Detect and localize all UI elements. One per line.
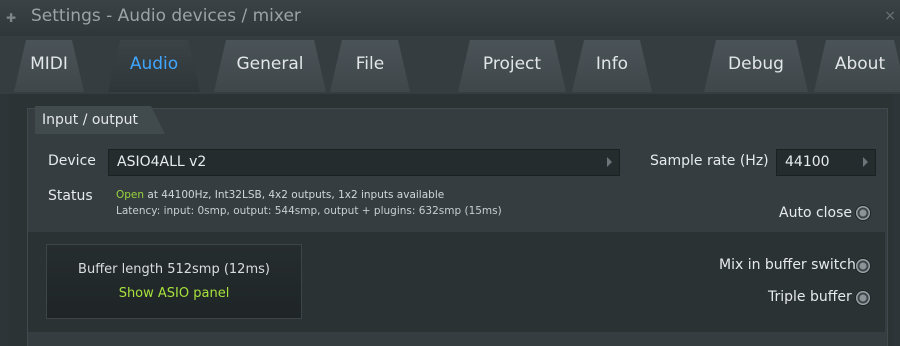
tab-about[interactable]: About — [814, 40, 900, 92]
tab-midi[interactable]: MIDI — [14, 40, 84, 92]
status-line-1: Open at 44100Hz, Int32LSB, 4x2 outputs, … — [116, 189, 444, 201]
drag-handle-icon: ✚ — [6, 11, 17, 25]
status-line-2: Latency: input: 0smp, output: 544smp, ou… — [116, 205, 502, 217]
tab-general[interactable]: General — [214, 40, 326, 92]
tab-file[interactable]: File — [330, 40, 410, 92]
close-icon[interactable]: × — [884, 8, 896, 24]
device-value: ASIO4ALL v2 — [117, 154, 207, 170]
status-label: Status — [48, 188, 93, 204]
tab-midi-label: MIDI — [30, 54, 68, 74]
auto-close-radio[interactable] — [856, 206, 870, 220]
tab-audio-label: Audio — [129, 54, 179, 74]
tab-info-label: Info — [595, 54, 629, 74]
tab-debug-label: Debug — [728, 54, 784, 74]
chevron-right-icon — [863, 157, 868, 167]
tab-general-label: General — [236, 54, 304, 74]
device-select[interactable]: ASIO4ALL v2 — [108, 149, 620, 176]
triple-buffer-label: Triple buffer — [768, 289, 852, 305]
device-label: Device — [48, 153, 96, 169]
title-bar[interactable]: ✚ Settings - Audio devices / mixer × — [0, 0, 900, 36]
buffer-length-button[interactable]: Buffer length 512smp (12ms) Show ASIO pa… — [46, 244, 302, 319]
auto-close-label: Auto close — [779, 205, 853, 221]
show-asio-panel-link[interactable]: Show ASIO panel — [47, 286, 301, 301]
window-title: Settings - Audio devices / mixer — [31, 6, 301, 26]
sample-rate-value: 44100 — [785, 154, 830, 170]
sample-rate-label: Sample rate (Hz) — [650, 153, 769, 169]
sample-rate-select[interactable]: 44100 — [776, 149, 876, 176]
chevron-right-icon — [607, 157, 612, 167]
tab-project[interactable]: Project — [458, 40, 566, 92]
buffer-length-label: Buffer length 512smp (12ms) — [78, 262, 270, 277]
tab-about-label: About — [834, 54, 886, 74]
status-details-text: at 44100Hz, Int32LSB, 4x2 outputs, 1x2 i… — [144, 189, 445, 201]
status-open-text: Open — [116, 189, 145, 201]
triple-buffer-radio[interactable] — [856, 291, 870, 305]
mix-in-buffer-switch-radio[interactable] — [856, 259, 870, 273]
section-header: Input / output — [35, 106, 165, 134]
tab-project-label: Project — [482, 54, 542, 74]
tab-debug[interactable]: Debug — [704, 40, 808, 92]
tab-audio[interactable]: Audio — [108, 40, 200, 92]
tab-file-label: File — [355, 54, 385, 74]
mix-in-buffer-switch-label: Mix in buffer switch — [719, 257, 856, 273]
tab-info[interactable]: Info — [572, 40, 652, 92]
settings-window: ✚ Settings - Audio devices / mixer × MID… — [0, 0, 900, 346]
